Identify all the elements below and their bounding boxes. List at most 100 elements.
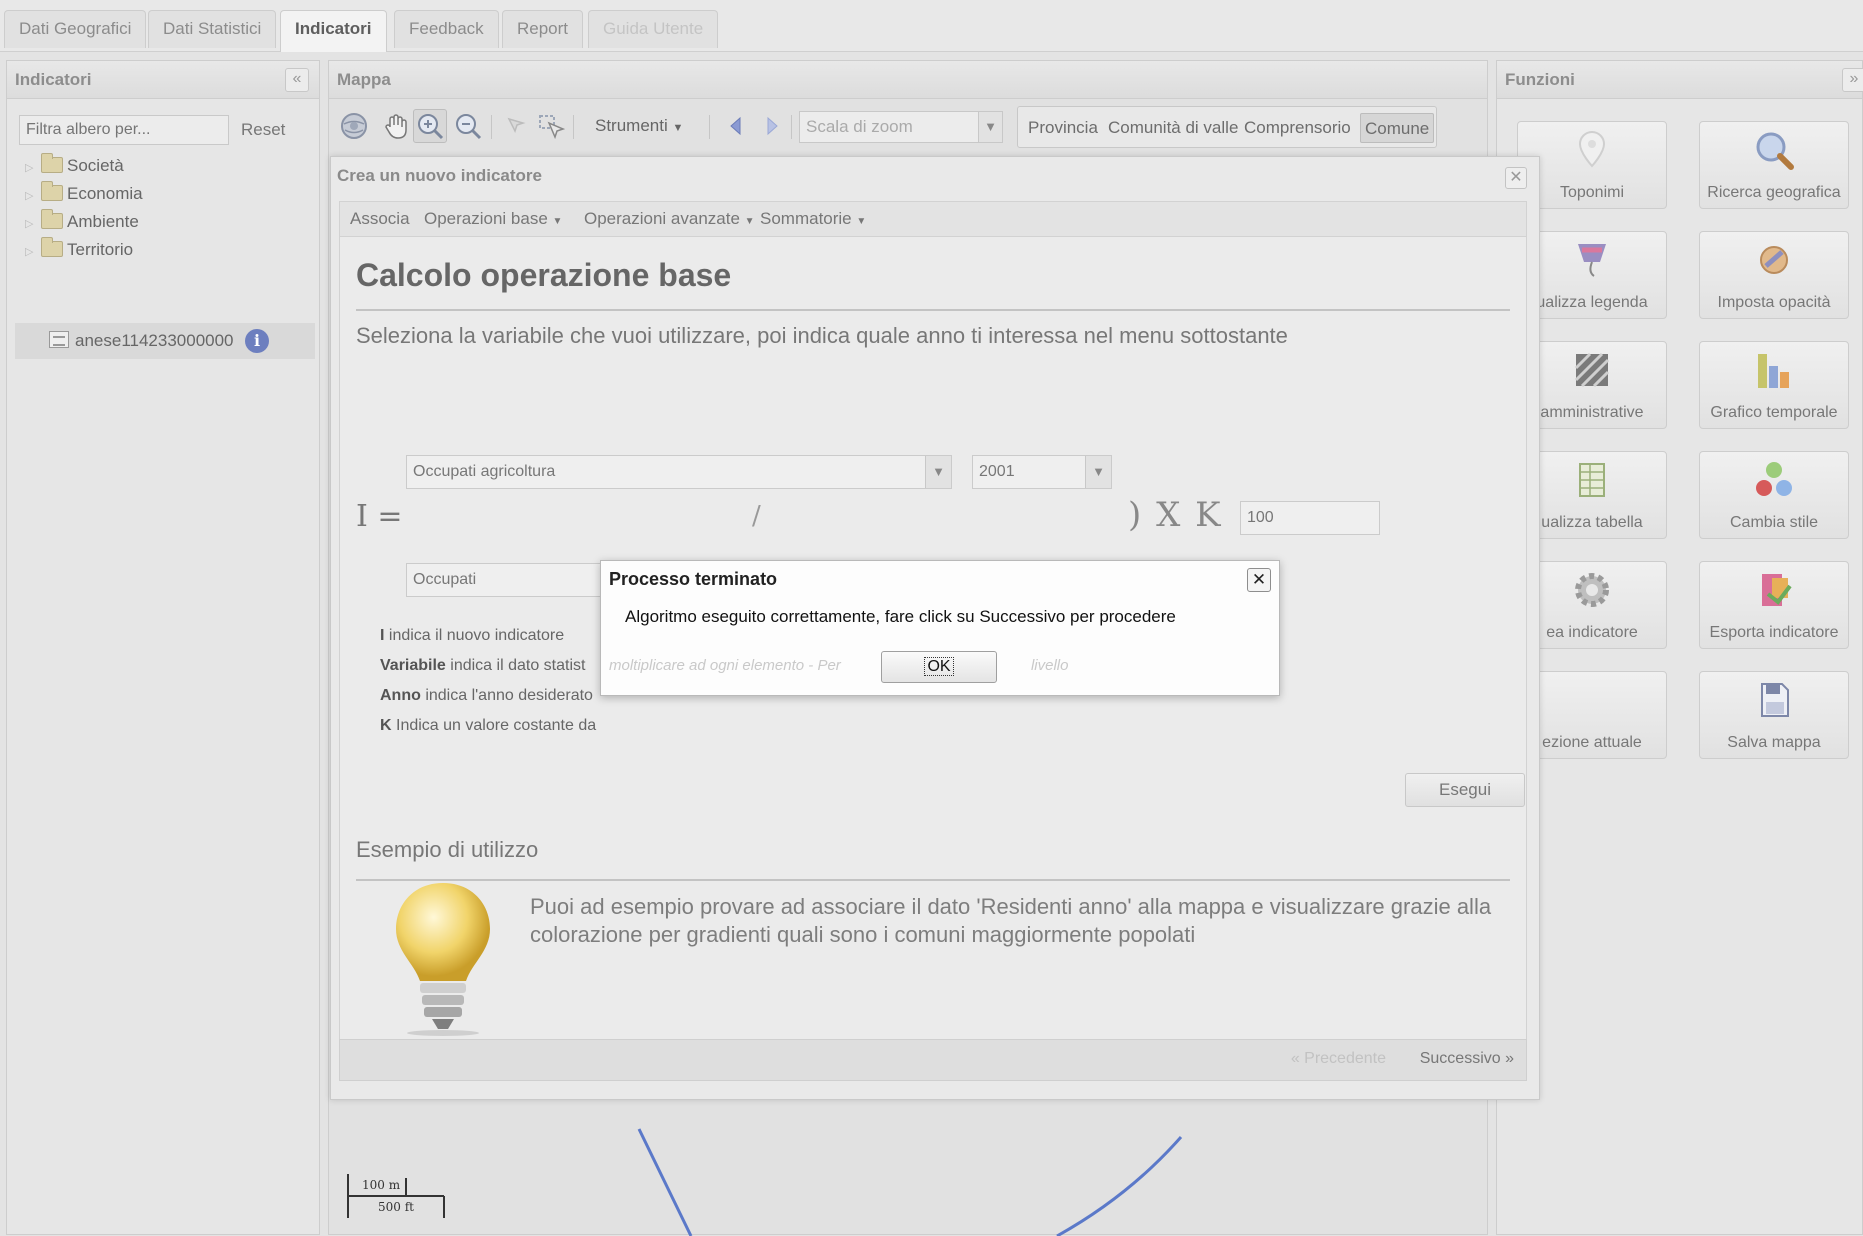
tree-item-label: Società — [67, 156, 124, 175]
tree-item-ambiente[interactable]: ▷ Ambiente — [25, 209, 139, 235]
function-label: Ricerca geografica — [1707, 184, 1841, 201]
zoom-out-icon[interactable] — [453, 111, 483, 141]
layer-icon — [49, 331, 69, 348]
previous-extent-icon[interactable] — [721, 111, 751, 141]
function-label: ualizza tabella — [1541, 514, 1643, 531]
zoom-scale-combo[interactable]: Scala di zoom ▼ — [799, 111, 1003, 143]
tab-indicatori[interactable]: Indicatori — [280, 10, 387, 52]
main-tab-bar: Dati Geografici Dati Statistici Indicato… — [0, 0, 1863, 52]
collapse-left-panel-button[interactable]: « — [285, 68, 309, 92]
lightbulb-icon — [396, 883, 490, 1036]
function-label: Toponimi — [1559, 184, 1625, 201]
menu-sommatorie[interactable]: Sommatorie ▼ — [760, 202, 866, 236]
menu-associa[interactable]: Associa — [350, 202, 410, 236]
admin-level-comunita-button[interactable]: Comunità di valle — [1104, 113, 1242, 143]
dialog-close-icon[interactable]: ✕ — [1247, 568, 1271, 592]
menu-operazioni-base[interactable]: Operazioni base ▼ — [424, 202, 562, 236]
toolbar-separator — [491, 115, 492, 139]
folder-icon — [41, 153, 63, 173]
function-label: Esporta indicatore — [1709, 624, 1839, 641]
chevron-down-icon[interactable]: ▼ — [1085, 456, 1111, 488]
next-button[interactable]: Successivo » — [1420, 1050, 1514, 1068]
tree-item-label: Territorio — [67, 240, 134, 259]
opacity-icon — [1760, 246, 1788, 274]
zoom-scale-placeholder: Scala di zoom — [806, 117, 913, 136]
admin-level-comune-button[interactable]: Comune — [1360, 113, 1435, 143]
chevron-down-icon[interactable]: ▼ — [925, 456, 951, 488]
bar-chart-icon — [1758, 354, 1789, 388]
admin-level-provincia-button[interactable]: Provincia — [1024, 113, 1102, 143]
instruction-text: Seleziona la variabile che vuoi utilizza… — [356, 323, 1288, 348]
menu-label: Operazioni avanzate — [584, 209, 740, 228]
esporta-indicatore-button[interactable]: Esporta indicatore — [1699, 561, 1849, 649]
formula-lhs: I = — [356, 499, 403, 534]
select-value: Occupati — [413, 571, 477, 588]
legend-icon — [1578, 244, 1606, 277]
expand-arrow-icon[interactable]: ▷ — [25, 211, 37, 237]
divider — [356, 309, 1510, 311]
ricerca-geografica-button[interactable]: Ricerca geografica — [1699, 121, 1849, 209]
dropdown-caret-icon: ▼ — [552, 216, 563, 227]
globe-icon[interactable] — [339, 111, 369, 141]
collapse-right-panel-button[interactable]: » — [1842, 68, 1863, 92]
folder-icon — [41, 237, 63, 257]
select-value: 2001 — [979, 463, 1015, 480]
zoom-in-icon[interactable] — [415, 111, 445, 141]
legend-text: indica il nuovo indicatore — [384, 627, 565, 644]
layer-label: anese114233000000 — [75, 331, 234, 350]
expand-arrow-icon[interactable]: ▷ — [25, 239, 37, 265]
info-icon[interactable]: i — [245, 329, 269, 353]
toolbar-separator — [709, 115, 710, 139]
wizard-title[interactable]: Crea un nuovo indicatore — [331, 157, 1539, 195]
dialog-message: Algoritmo eseguito correttamente, fare c… — [625, 607, 1176, 626]
wizard-menubar: Associa Operazioni base ▼ Operazioni ava… — [339, 201, 1527, 237]
pan-hand-icon[interactable] — [381, 111, 411, 141]
expand-arrow-icon[interactable]: ▷ — [25, 155, 37, 181]
tab-feedback[interactable]: Feedback — [394, 10, 499, 48]
function-label: amministrative — [1540, 404, 1644, 421]
tree-item-territorio[interactable]: ▷ Territorio — [25, 237, 133, 263]
tab-guida-utente: Guida Utente — [588, 10, 719, 48]
expand-arrow-icon[interactable]: ▷ — [25, 183, 37, 209]
menu-label: Sommatorie — [760, 209, 852, 228]
tree-item-layer[interactable]: anese114233000000 i — [15, 323, 315, 359]
function-label: Salva mappa — [1727, 734, 1821, 751]
next-extent-icon[interactable] — [757, 111, 787, 141]
admin-level-comprensorio-button[interactable]: Comprensorio — [1240, 113, 1355, 143]
numerator-year-select[interactable]: 2001 ▼ — [972, 455, 1112, 489]
esegui-button[interactable]: Esegui — [1405, 773, 1525, 807]
imposta-opacita-button[interactable]: Imposta opacità — [1699, 231, 1849, 319]
tree-filter-reset-button[interactable]: Reset — [235, 115, 291, 145]
tab-dati-statistici[interactable]: Dati Statistici — [148, 10, 277, 48]
tree-item-economia[interactable]: ▷ Economia — [25, 181, 143, 207]
previous-button: « Precedente — [1290, 1050, 1386, 1067]
tab-report[interactable]: Report — [502, 10, 584, 48]
export-icon — [1762, 574, 1792, 606]
legend-text: Indica un valore costante da — [391, 717, 597, 734]
example-title: Esempio di utilizzo — [356, 837, 539, 862]
function-label: Grafico temporale — [1710, 404, 1838, 421]
dropdown-caret-icon: ▼ — [672, 122, 684, 134]
tree-filter-input[interactable] — [19, 115, 229, 145]
cambia-stile-button[interactable]: Cambia stile — [1699, 451, 1849, 539]
wizard-close-icon[interactable]: ✕ — [1505, 167, 1527, 189]
select-features-icon[interactable] — [535, 111, 565, 141]
menu-operazioni-avanzate[interactable]: Operazioni avanzate ▼ — [584, 202, 755, 236]
save-icon — [1761, 683, 1789, 717]
chevron-down-icon[interactable]: ▼ — [978, 112, 1002, 142]
divider — [356, 879, 1510, 881]
legend-key: Variabile — [380, 657, 446, 674]
strumenti-menu[interactable]: Strumenti ▼ — [591, 111, 687, 141]
dialog-background-text: moltiplicare ad ogni elemento - Per live… — [609, 657, 1068, 674]
identify-icon[interactable] — [501, 111, 531, 141]
tab-dati-geografici[interactable]: Dati Geografici — [4, 10, 147, 48]
salva-mappa-button[interactable]: Salva mappa — [1699, 671, 1849, 759]
k-value-input[interactable] — [1240, 501, 1380, 535]
selection-icon — [1570, 678, 1614, 722]
function-label: ea indicatore — [1546, 624, 1638, 641]
grafico-temporale-button[interactable]: Grafico temporale — [1699, 341, 1849, 429]
map-boundary-lines — [637, 1128, 1183, 1236]
tree-item-societa[interactable]: ▷ Società — [25, 153, 124, 179]
ok-button[interactable]: OK — [881, 651, 997, 683]
numerator-variable-select[interactable]: Occupati agricoltura ▼ — [406, 455, 952, 489]
